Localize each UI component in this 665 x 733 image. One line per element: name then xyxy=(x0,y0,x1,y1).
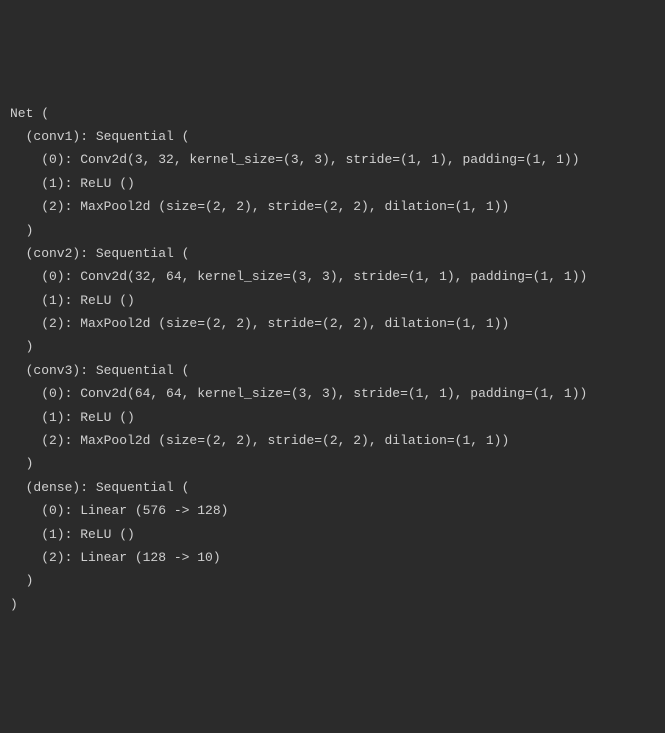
code-line: (2): Linear (128 -> 10) xyxy=(10,546,655,569)
code-line: (conv2): Sequential ( xyxy=(10,242,655,265)
code-line: (0): Linear (576 -> 128) xyxy=(10,499,655,522)
code-line: (0): Conv2d(3, 32, kernel_size=(3, 3), s… xyxy=(10,148,655,171)
code-line: (2): MaxPool2d (size=(2, 2), stride=(2, … xyxy=(10,312,655,335)
code-line: (2): MaxPool2d (size=(2, 2), stride=(2, … xyxy=(10,429,655,452)
code-line: ) xyxy=(10,569,655,592)
code-line: ) xyxy=(10,593,655,616)
code-line: (2): MaxPool2d (size=(2, 2), stride=(2, … xyxy=(10,195,655,218)
code-line: (conv1): Sequential ( xyxy=(10,125,655,148)
code-line: ) xyxy=(10,335,655,358)
code-line: (0): Conv2d(32, 64, kernel_size=(3, 3), … xyxy=(10,265,655,288)
code-line: (conv3): Sequential ( xyxy=(10,359,655,382)
code-line: (1): ReLU () xyxy=(10,406,655,429)
code-line: (0): Conv2d(64, 64, kernel_size=(3, 3), … xyxy=(10,382,655,405)
code-line: (1): ReLU () xyxy=(10,523,655,546)
code-line: Net ( xyxy=(10,102,655,125)
code-line: ) xyxy=(10,219,655,242)
code-line: (dense): Sequential ( xyxy=(10,476,655,499)
code-line: (1): ReLU () xyxy=(10,172,655,195)
code-line: (1): ReLU () xyxy=(10,289,655,312)
code-line: ) xyxy=(10,452,655,475)
